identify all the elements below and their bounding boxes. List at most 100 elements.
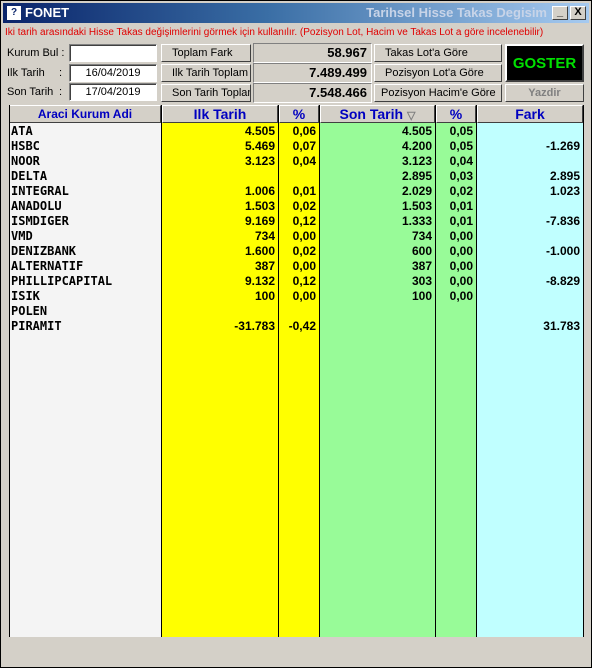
fark-cell[interactable]: -7.836: [477, 214, 583, 229]
ilk-pct-cell[interactable]: -0,42: [279, 319, 319, 334]
kurum-name-cell[interactable]: NOOR: [10, 154, 161, 169]
son-pct-cell[interactable]: [436, 319, 476, 334]
kurum-name-cell[interactable]: ISIK: [10, 289, 161, 304]
pozisyon-lot-option[interactable]: Pozisyon Lot'a Göre: [374, 64, 502, 82]
son-tarih-cell[interactable]: 4.200: [320, 139, 435, 154]
son-tarih-input[interactable]: 17/04/2019: [69, 83, 157, 101]
son-pct-column-header[interactable]: %: [436, 105, 476, 123]
ilk-tarih-cell[interactable]: 5.469: [162, 139, 278, 154]
fark-cell[interactable]: [477, 259, 583, 274]
son-tarih-cell[interactable]: 1.333: [320, 214, 435, 229]
title-bar[interactable]: ? FONET Tarihsel Hisse Takas Degisim _ X: [3, 3, 589, 23]
son-tarih-cell[interactable]: 2.895: [320, 169, 435, 184]
kurum-name-cell[interactable]: ALTERNATIF: [10, 259, 161, 274]
fark-cell[interactable]: 1.023: [477, 184, 583, 199]
ilk-pct-cell[interactable]: 0,07: [279, 139, 319, 154]
ilk-tarih-cell[interactable]: -31.783: [162, 319, 278, 334]
son-pct-cell[interactable]: 0,00: [436, 274, 476, 289]
son-pct-cell[interactable]: 0,01: [436, 199, 476, 214]
ilk-tarih-cell[interactable]: 387: [162, 259, 278, 274]
kurum-name-cell[interactable]: PIRAMIT: [10, 319, 161, 334]
ilk-pct-column-header[interactable]: %: [279, 105, 319, 123]
kurum-name-cell[interactable]: PHILLIPCAPITAL: [10, 274, 161, 289]
fark-cell[interactable]: -1.269: [477, 139, 583, 154]
kurum-name-cell[interactable]: DELTA: [10, 169, 161, 184]
son-tarih-cell[interactable]: 387: [320, 259, 435, 274]
ilk-tarih-cell[interactable]: [162, 304, 278, 319]
son-pct-cell[interactable]: 0,00: [436, 229, 476, 244]
minimize-button[interactable]: _: [552, 6, 568, 20]
son-pct-cell[interactable]: 0,00: [436, 244, 476, 259]
son-pct-cell[interactable]: 0,05: [436, 139, 476, 154]
fark-cell[interactable]: 2.895: [477, 169, 583, 184]
ilk-pct-cell[interactable]: [279, 304, 319, 319]
ilk-pct-cell[interactable]: 0,12: [279, 274, 319, 289]
son-pct-cell[interactable]: 0,03: [436, 169, 476, 184]
kurum-name-cell[interactable]: VMD: [10, 229, 161, 244]
son-pct-cell[interactable]: 0,02: [436, 184, 476, 199]
son-tarih-cell[interactable]: 2.029: [320, 184, 435, 199]
ilk-pct-cell[interactable]: 0,02: [279, 244, 319, 259]
ilk-pct-cell[interactable]: 0,00: [279, 229, 319, 244]
son-tarih-cell[interactable]: 1.503: [320, 199, 435, 214]
son-tarih-cell[interactable]: 3.123: [320, 154, 435, 169]
kurum-name-cell[interactable]: ISMDIGER: [10, 214, 161, 229]
son-tarih-cell[interactable]: [320, 304, 435, 319]
ilk-tarih-cell[interactable]: [162, 169, 278, 184]
ilk-pct-cell[interactable]: 0,12: [279, 214, 319, 229]
ilk-pct-cell[interactable]: 0,00: [279, 259, 319, 274]
son-pct-cell[interactable]: 0,04: [436, 154, 476, 169]
son-tarih-cell[interactable]: 303: [320, 274, 435, 289]
son-tarih-cell[interactable]: 734: [320, 229, 435, 244]
pozisyon-hacim-option[interactable]: Pozisyon Hacim'e Göre: [374, 84, 502, 102]
fark-cell[interactable]: [477, 199, 583, 214]
ilk-pct-cell[interactable]: 0,00: [279, 289, 319, 304]
ilk-tarih-column-header[interactable]: Ilk Tarih: [162, 105, 278, 123]
son-tarih-cell[interactable]: 100: [320, 289, 435, 304]
son-pct-cell[interactable]: 0,01: [436, 214, 476, 229]
kurum-search-input[interactable]: [69, 44, 157, 62]
ilk-tarih-cell[interactable]: 1.006: [162, 184, 278, 199]
fark-cell[interactable]: [477, 154, 583, 169]
kurum-name-cell[interactable]: HSBC: [10, 139, 161, 154]
close-button[interactable]: X: [570, 6, 586, 20]
kurum-name-cell[interactable]: INTEGRAL: [10, 184, 161, 199]
son-tarih-cell[interactable]: 600: [320, 244, 435, 259]
son-tarih-column-header[interactable]: Son Tarih ▽: [320, 105, 435, 123]
son-pct-cell[interactable]: 0,05: [436, 124, 476, 139]
yazdir-button[interactable]: Yazdir: [505, 84, 584, 102]
goster-button[interactable]: GOSTER: [505, 44, 584, 82]
kurum-name-cell[interactable]: ATA: [10, 124, 161, 139]
fark-cell[interactable]: [477, 289, 583, 304]
kurum-name-cell[interactable]: ANADOLU: [10, 199, 161, 214]
fark-cell[interactable]: -1.000: [477, 244, 583, 259]
ilk-pct-cell[interactable]: 0,02: [279, 199, 319, 214]
ilk-pct-cell[interactable]: 0,04: [279, 154, 319, 169]
ilk-tarih-input[interactable]: 16/04/2019: [69, 64, 157, 82]
fark-cell[interactable]: 31.783: [477, 319, 583, 334]
ilk-tarih-cell[interactable]: 1.503: [162, 199, 278, 214]
ilk-pct-cell[interactable]: 0,06: [279, 124, 319, 139]
ilk-tarih-cell[interactable]: 3.123: [162, 154, 278, 169]
kurum-column-header[interactable]: Araci Kurum Adi: [10, 105, 161, 123]
fark-cell[interactable]: [477, 304, 583, 319]
ilk-tarih-cell[interactable]: 9.132: [162, 274, 278, 289]
son-pct-cell[interactable]: 0,00: [436, 289, 476, 304]
ilk-tarih-cell[interactable]: 734: [162, 229, 278, 244]
ilk-pct-cell[interactable]: [279, 169, 319, 184]
son-tarih-cell[interactable]: 4.505: [320, 124, 435, 139]
kurum-name-cell[interactable]: DENIZBANK: [10, 244, 161, 259]
fark-column-header[interactable]: Fark: [477, 105, 583, 123]
ilk-tarih-cell[interactable]: 100: [162, 289, 278, 304]
fark-cell[interactable]: -8.829: [477, 274, 583, 289]
fark-cell[interactable]: [477, 229, 583, 244]
ilk-tarih-cell[interactable]: 9.169: [162, 214, 278, 229]
son-tarih-cell[interactable]: [320, 319, 435, 334]
ilk-tarih-cell[interactable]: 1.600: [162, 244, 278, 259]
kurum-name-cell[interactable]: POLEN: [10, 304, 161, 319]
fark-cell[interactable]: [477, 124, 583, 139]
ilk-pct-cell[interactable]: 0,01: [279, 184, 319, 199]
son-pct-cell[interactable]: 0,00: [436, 259, 476, 274]
takas-lot-option[interactable]: Takas Lot'a Göre: [374, 44, 502, 62]
ilk-tarih-cell[interactable]: 4.505: [162, 124, 278, 139]
